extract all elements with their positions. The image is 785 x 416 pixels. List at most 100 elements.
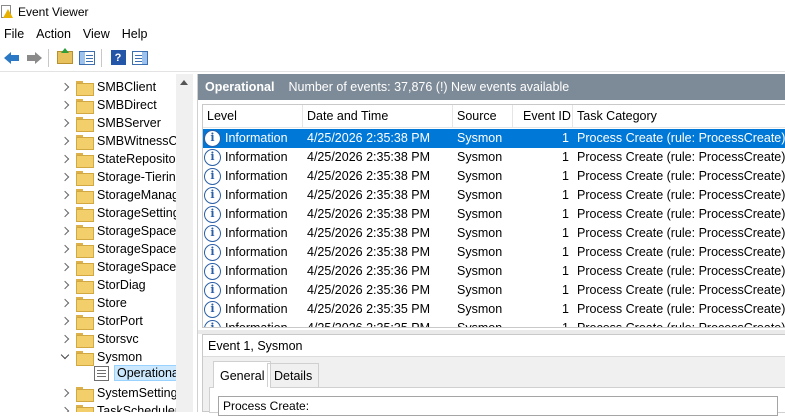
information-icon: i — [204, 320, 221, 327]
tree-item[interactable]: Storsvc — [60, 330, 139, 348]
tree-item[interactable]: StorageSpaces- — [60, 258, 187, 276]
table-row[interactable]: i Information 4/25/2026 2:35:38 PM Sysmon 1 P… — [203, 205, 785, 224]
tree-item[interactable]: StorageSpaces- — [60, 222, 187, 240]
tree-item[interactable]: StorageManag — [60, 186, 179, 204]
tree-item-label: SMBClient — [97, 80, 157, 94]
tree-item[interactable]: SMBClient — [60, 78, 156, 96]
chevron-right-icon[interactable] — [60, 190, 70, 200]
cell-source: Sysmon — [457, 302, 503, 316]
information-icon: i — [204, 263, 221, 280]
event-description-textbox[interactable]: Process Create: — [218, 396, 778, 416]
table-row[interactable]: i Information 4/25/2026 2:35:38 PM Sysmon 1 P… — [203, 224, 785, 243]
table-row[interactable]: i Information 4/25/2026 2:35:38 PM Sysmon 1 P… — [203, 186, 785, 205]
menu-file[interactable]: File — [0, 24, 30, 44]
cell-date-time: 4/25/2026 2:35:38 PM — [307, 207, 431, 221]
show-hide-action-pane-button[interactable] — [130, 48, 150, 68]
cell-date-time: 4/25/2026 2:35:38 PM — [307, 150, 431, 164]
tree-item[interactable]: SMBServer — [60, 114, 161, 132]
chevron-right-icon[interactable] — [60, 262, 70, 272]
tree-item[interactable]: Storage-Tiering — [60, 168, 183, 186]
folder-icon — [76, 134, 94, 150]
cell-event-id: 1 — [562, 131, 569, 145]
scroll-up-arrow-icon[interactable] — [180, 80, 188, 85]
tree-item-label: SMBWitnessCli — [97, 134, 184, 148]
information-icon: i — [204, 130, 221, 147]
table-row[interactable]: i Information 4/25/2026 2:35:38 PM Sysmon 1 P… — [203, 167, 785, 186]
forward-arrow-icon — [26, 51, 42, 64]
tree-item[interactable]: SMBWitnessCli — [60, 132, 183, 150]
table-row[interactable]: i Information 4/25/2026 2:35:35 PM Sysmon 1 P… — [203, 319, 785, 327]
folder-icon — [76, 224, 94, 240]
table-row[interactable]: i Information 4/25/2026 2:35:38 PM Sysmon 1 P… — [203, 148, 785, 167]
menu-action[interactable]: Action — [30, 24, 77, 44]
cell-level: Information — [225, 302, 288, 316]
chevron-right-icon[interactable] — [60, 100, 70, 110]
cell-source: Sysmon — [457, 169, 503, 183]
chevron-right-icon[interactable] — [60, 154, 70, 164]
folder-icon — [76, 242, 94, 258]
folder-icon — [76, 260, 94, 276]
tab-details[interactable]: Details — [267, 363, 320, 387]
cell-task-category: Process Create (rule: ProcessCreate) — [577, 283, 785, 297]
tab-general[interactable]: General — [213, 361, 272, 388]
tree-item-label: SystemSettings — [97, 386, 184, 400]
up-one-level-button[interactable] — [55, 48, 75, 68]
log-pane: Operational Number of events: 37,876 (!)… — [197, 74, 785, 416]
column-header-event-id[interactable]: Event ID — [513, 105, 573, 128]
cell-source: Sysmon — [457, 226, 503, 240]
chevron-right-icon[interactable] — [60, 208, 70, 218]
tree-item[interactable]: Store — [60, 294, 127, 312]
tree-item[interactable]: StorageSetting — [60, 204, 180, 222]
console-tree[interactable]: SMBClient SMBDirect SMBServer SMBWitness… — [0, 74, 193, 412]
forward-button[interactable] — [24, 48, 44, 68]
tree-item-label: SMBServer — [97, 116, 161, 130]
chevron-right-icon[interactable] — [60, 406, 70, 412]
table-row[interactable]: i Information 4/25/2026 2:35:36 PM Sysmon 1 P… — [203, 281, 785, 300]
table-header: Level Date and Time Source Event ID Task… — [203, 105, 785, 128]
show-hide-tree-button[interactable] — [77, 48, 97, 68]
tree-item[interactable]: StorPort — [60, 312, 143, 330]
help-button[interactable]: ? — [108, 48, 128, 68]
menu-help[interactable]: Help — [116, 24, 154, 44]
tree-item[interactable]: SMBDirect — [60, 96, 157, 114]
table-row[interactable]: i Information 4/25/2026 2:35:36 PM Sysmon 1 P… — [203, 262, 785, 281]
chevron-right-icon[interactable] — [60, 298, 70, 308]
cell-event-id: 1 — [562, 150, 569, 164]
tree-item[interactable]: StateRepository — [60, 150, 186, 168]
toolbar-separator — [101, 48, 102, 67]
tree-item-label: StorageSpaces- — [97, 242, 187, 256]
column-header-level[interactable]: Level — [203, 105, 303, 128]
chevron-right-icon[interactable] — [60, 136, 70, 146]
cell-source: Sysmon — [457, 283, 503, 297]
table-row[interactable]: i Information 4/25/2026 2:35:38 PM Sysmon 1 P… — [203, 129, 785, 148]
chevron-right-icon[interactable] — [60, 118, 70, 128]
chevron-right-icon[interactable] — [60, 172, 70, 182]
table-row[interactable]: i Information 4/25/2026 2:35:35 PM Sysmon 1 P… — [203, 300, 785, 319]
chevron-right-icon[interactable] — [60, 244, 70, 254]
events-table[interactable]: Level Date and Time Source Event ID Task… — [202, 104, 785, 328]
column-header-date-time[interactable]: Date and Time — [303, 105, 453, 128]
tree-item[interactable]: StorDiag — [60, 276, 146, 294]
tree-scrollbar[interactable] — [176, 74, 193, 412]
chevron-down-icon[interactable] — [60, 352, 70, 362]
tree-item[interactable]: StorageSpaces- — [60, 240, 187, 258]
chevron-right-icon[interactable] — [60, 334, 70, 344]
table-row[interactable]: i Information 4/25/2026 2:35:38 PM Sysmon 1 P… — [203, 243, 785, 262]
tree-item-operational[interactable]: Operational — [94, 364, 185, 382]
tree-item[interactable]: TaskScheduler — [60, 402, 179, 412]
tree-item[interactable]: SystemSettings — [60, 384, 184, 402]
back-button[interactable] — [2, 48, 22, 68]
folder-icon — [76, 80, 94, 96]
chevron-right-icon[interactable] — [60, 280, 70, 290]
event-detail-panel: Event 1, Sysmon Process Create: General … — [202, 334, 785, 416]
column-header-task-category[interactable]: Task Category — [573, 105, 785, 128]
event-viewer-app-icon — [0, 5, 14, 19]
chevron-right-icon[interactable] — [60, 226, 70, 236]
cell-task-category: Process Create (rule: ProcessCreate) — [577, 226, 785, 240]
chevron-right-icon[interactable] — [60, 388, 70, 398]
cell-level: Information — [225, 169, 288, 183]
column-header-source[interactable]: Source — [453, 105, 513, 128]
chevron-right-icon[interactable] — [60, 82, 70, 92]
menu-view[interactable]: View — [77, 24, 116, 44]
chevron-right-icon[interactable] — [60, 316, 70, 326]
